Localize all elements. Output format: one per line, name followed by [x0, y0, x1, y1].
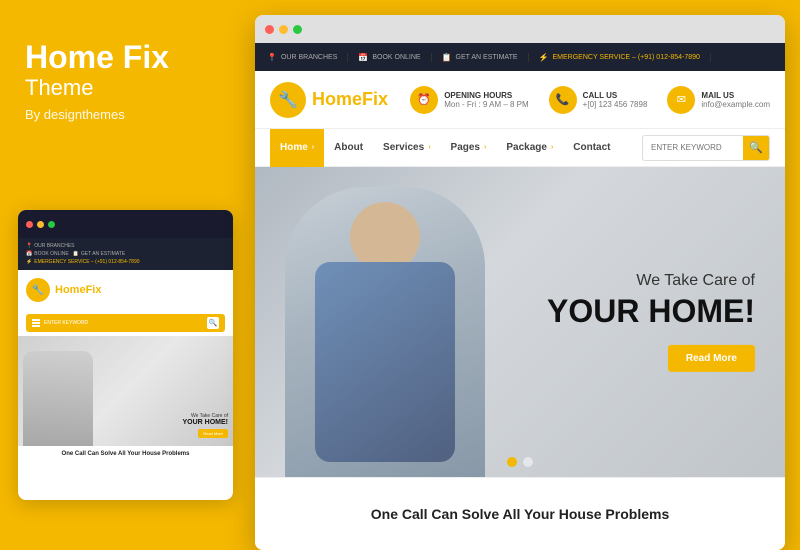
- mini-bottom-text: One Call Can Solve All Your House Proble…: [18, 446, 233, 462]
- nav-item-about[interactable]: About: [324, 129, 373, 167]
- hero-image-area: [255, 167, 520, 477]
- topbar-emergency[interactable]: ⚡ EMERGENCY SERVICE – (+91) 012-854-7890: [529, 53, 711, 62]
- mini-topbar: 📍OUR BRANCHES 📅BOOK ONLINE 📋GET AN ESTIM…: [18, 238, 233, 270]
- mini-dot-green: [48, 221, 55, 228]
- browser-window: 📍 OUR BRANCHES 📅 BOOK ONLINE 📋 GET AN ES…: [255, 15, 785, 550]
- site-navigation: Home › About Services › Pages › Package …: [255, 129, 785, 167]
- hero-dots: [507, 457, 533, 467]
- brand-by: By designthemes: [25, 107, 225, 122]
- mail-us: ✉ MAIL US info@example.com: [667, 86, 770, 114]
- mini-read-more-button[interactable]: Read More: [198, 429, 228, 438]
- hero-tagline: We Take Care of: [547, 272, 755, 290]
- topbar-book-online[interactable]: 📅 BOOK ONLINE: [348, 53, 431, 62]
- search-input[interactable]: [643, 143, 743, 152]
- lightning-icon: ⚡: [539, 53, 549, 62]
- browser-dot-yellow: [279, 25, 288, 34]
- calendar-icon: 📅: [358, 53, 368, 62]
- mini-dot-yellow: [37, 221, 44, 228]
- nav-search[interactable]: 🔍: [642, 135, 770, 161]
- mini-menu-icon: [32, 319, 40, 327]
- hero-read-more-button[interactable]: Read More: [668, 345, 755, 372]
- nav-item-home[interactable]: Home ›: [270, 129, 324, 167]
- brand-title: Home Fix: [25, 40, 225, 75]
- nav-item-pages[interactable]: Pages ›: [441, 129, 497, 167]
- chevron-right-icon-4: ›: [551, 144, 553, 151]
- browser-titlebar: [255, 15, 785, 43]
- topbar-branches: 📍 OUR BRANCHES: [267, 53, 348, 62]
- mini-topbar-branches: OUR BRANCHES: [34, 243, 74, 249]
- site-topbar: 📍 OUR BRANCHES 📅 BOOK ONLINE 📋 GET AN ES…: [255, 43, 785, 71]
- hero-person-shirt: [315, 262, 455, 462]
- chevron-right-icon: ›: [312, 144, 314, 151]
- hero-content: We Take Care of YOUR HOME! Read More: [547, 272, 755, 372]
- opening-hours: ⏰ OPENING HOURS Mon - Fri : 9 AM – 8 PM: [410, 86, 528, 114]
- clock-icon: ⏰: [410, 86, 438, 114]
- hero-dot-2[interactable]: [523, 457, 533, 467]
- nav-items: Home › About Services › Pages › Package …: [270, 129, 642, 167]
- hero-person-body: [285, 187, 485, 477]
- mini-preview-card: 📍OUR BRANCHES 📅BOOK ONLINE 📋GET AN ESTIM…: [18, 210, 233, 500]
- hero-title: YOUR HOME!: [547, 294, 755, 329]
- location-icon: 📍: [267, 53, 277, 62]
- logo-text: HomeFix: [312, 89, 388, 110]
- phone-icon: 📞: [549, 86, 577, 114]
- chevron-right-icon-2: ›: [428, 144, 430, 151]
- mini-logo-text: HomeFix: [55, 284, 101, 296]
- call-us: 📞 CALL US +[0] 123 456 7898: [549, 86, 648, 114]
- bottom-teaser-text: One Call Can Solve All Your House Proble…: [371, 506, 669, 522]
- logo-icon: 🔧: [270, 82, 306, 118]
- mini-logo-icon: 🔧: [26, 278, 50, 302]
- topbar-estimate[interactable]: 📋 GET AN ESTIMATE: [432, 53, 529, 62]
- hero-dot-1[interactable]: [507, 457, 517, 467]
- site-logo[interactable]: 🔧 HomeFix: [270, 82, 388, 118]
- clipboard-icon: 📋: [442, 53, 452, 62]
- nav-item-package[interactable]: Package ›: [496, 129, 563, 167]
- mini-search-bar[interactable]: ENTER KEYWORD 🔍: [26, 314, 225, 332]
- chevron-right-icon-3: ›: [484, 144, 486, 151]
- header-info: ⏰ OPENING HOURS Mon - Fri : 9 AM – 8 PM …: [410, 86, 770, 114]
- mini-hero-person: [23, 351, 93, 446]
- site-header: 🔧 HomeFix ⏰ OPENING HOURS Mon - Fri : 9 …: [255, 71, 785, 129]
- browser-dot-green: [293, 25, 302, 34]
- search-button[interactable]: 🔍: [743, 135, 769, 161]
- mini-hero-text: We Take Care of YOUR HOME!: [183, 413, 229, 426]
- nav-item-services[interactable]: Services ›: [373, 129, 441, 167]
- mini-window-controls: [18, 210, 233, 238]
- mini-logo-area: 🔧 HomeFix: [18, 270, 233, 310]
- brand-subtitle: Theme: [25, 75, 225, 101]
- mini-search-button[interactable]: 🔍: [207, 317, 219, 329]
- nav-item-contact[interactable]: Contact: [563, 129, 620, 167]
- mini-dot-red: [26, 221, 33, 228]
- hero-section: We Take Care of YOUR HOME! Read More: [255, 167, 785, 477]
- mail-icon: ✉: [667, 86, 695, 114]
- mini-hero: We Take Care of YOUR HOME! Read More: [18, 336, 233, 446]
- mini-search-placeholder: ENTER KEYWORD: [44, 320, 203, 326]
- browser-dot-red: [265, 25, 274, 34]
- bottom-teaser: One Call Can Solve All Your House Proble…: [255, 477, 785, 550]
